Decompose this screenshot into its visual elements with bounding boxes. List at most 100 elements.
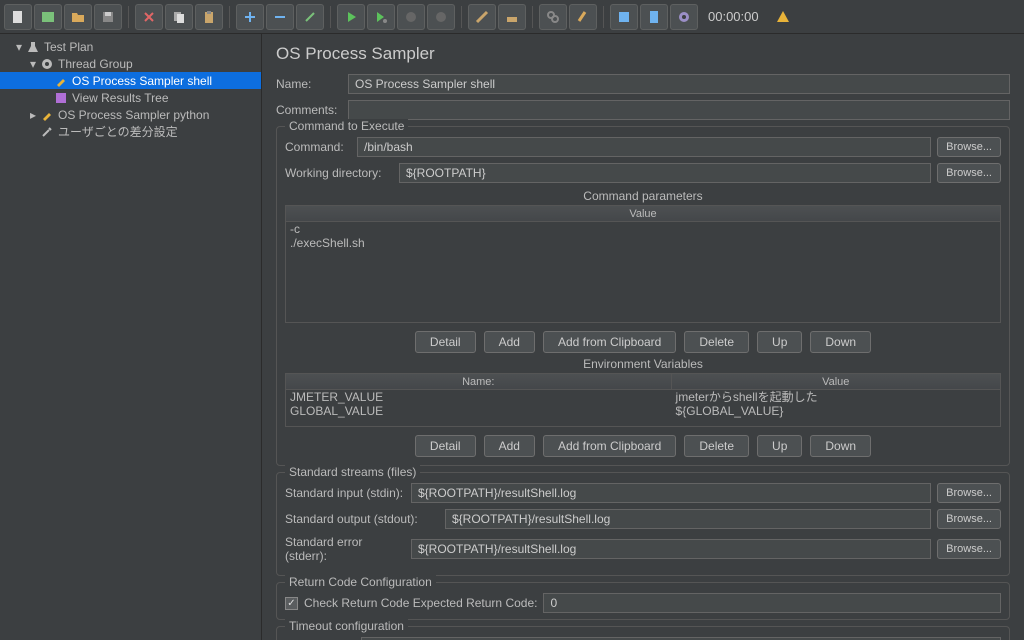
browse-stdout-button[interactable]: Browse... <box>937 509 1001 529</box>
down-button[interactable]: Down <box>810 435 871 457</box>
toolbar-separator <box>461 6 462 28</box>
stdin-label: Standard input (stdin): <box>285 486 405 500</box>
param-cell: ./execShell.sh <box>286 236 1000 250</box>
toolbar-separator <box>532 6 533 28</box>
section-title: Standard streams (files) <box>285 465 420 479</box>
chevron-down-icon: ▾ <box>28 59 38 69</box>
env-heading: Environment Variables <box>285 357 1001 371</box>
save-icon[interactable] <box>94 4 122 30</box>
delete-button[interactable]: Delete <box>684 435 749 457</box>
name-label: Name: <box>276 77 342 91</box>
tree-item-test-plan[interactable]: ▾ Test Plan <box>0 38 261 55</box>
param-cell: -c <box>286 222 1000 236</box>
check-return-label: Check Return Code Expected Return Code: <box>304 596 537 610</box>
start-no-pause-icon[interactable] <box>367 4 395 30</box>
comments-input[interactable] <box>348 100 1010 120</box>
toolbar-separator <box>229 6 230 28</box>
chevron-down-icon: ▾ <box>14 42 24 52</box>
tree-item-label: OS Process Sampler python <box>58 108 209 122</box>
gear-icon[interactable] <box>670 4 698 30</box>
name-column: Name: <box>286 374 672 389</box>
add-button[interactable]: Add <box>484 331 535 353</box>
copy-icon[interactable] <box>165 4 193 30</box>
streams-section: Standard streams (files) Standard input … <box>276 472 1010 576</box>
env-value-cell: ${GLOBAL_VALUE} <box>672 404 1000 418</box>
stop-icon[interactable] <box>397 4 425 30</box>
delete-button[interactable]: Delete <box>684 331 749 353</box>
clear-all-icon[interactable] <box>498 4 526 30</box>
add-clipboard-button[interactable]: Add from Clipboard <box>543 435 676 457</box>
cut-icon[interactable] <box>135 4 163 30</box>
test-plan-tree: ▾ Test Plan ▾ Thread Group OS Process Sa… <box>0 34 262 640</box>
tree-spacer <box>42 76 52 86</box>
up-button[interactable]: Up <box>757 331 802 353</box>
command-label: Command: <box>285 140 351 154</box>
expected-return-input[interactable] <box>543 593 1001 613</box>
tree-item-label: Test Plan <box>44 40 93 54</box>
warning-icon[interactable] <box>769 4 797 30</box>
pipette-icon <box>40 108 54 122</box>
env-name-cell: GLOBAL_VALUE <box>286 404 672 418</box>
stdin-input[interactable] <box>411 483 931 503</box>
env-value-cell: jmeterからshellを起動した <box>672 390 1000 404</box>
check-return-code-checkbox[interactable]: ✓ <box>285 597 298 610</box>
clear-icon[interactable] <box>468 4 496 30</box>
wd-input[interactable] <box>399 163 931 183</box>
search-icon[interactable] <box>539 4 567 30</box>
tree-item-label: ユーザごとの差分設定 <box>58 123 178 140</box>
name-input[interactable] <box>348 74 1010 94</box>
open-icon[interactable] <box>64 4 92 30</box>
tree-item-label: View Results Tree <box>72 91 169 105</box>
tree-item-thread-group[interactable]: ▾ Thread Group <box>0 55 261 72</box>
add-clipboard-button[interactable]: Add from Clipboard <box>543 331 676 353</box>
templates-icon[interactable] <box>34 4 62 30</box>
results-icon <box>54 91 68 105</box>
browse-command-button[interactable]: Browse... <box>937 137 1001 157</box>
tree-item-view-results[interactable]: View Results Tree <box>0 89 261 106</box>
env-table: Name: Value JMETER_VALUE jmeterからshellを起… <box>285 373 1001 427</box>
pipette-icon <box>54 74 68 88</box>
gear-icon <box>40 57 54 71</box>
start-icon[interactable] <box>337 4 365 30</box>
help-icon[interactable] <box>640 4 668 30</box>
tree-item-os-sampler-shell[interactable]: OS Process Sampler shell <box>0 72 261 89</box>
params-body[interactable]: -c ./execShell.sh <box>286 222 1000 322</box>
command-input[interactable] <box>357 137 931 157</box>
browse-stdin-button[interactable]: Browse... <box>937 483 1001 503</box>
detail-button[interactable]: Detail <box>415 331 476 353</box>
value-column: Value <box>286 206 1000 221</box>
down-button[interactable]: Down <box>810 331 871 353</box>
stderr-input[interactable] <box>411 539 931 559</box>
browse-stderr-button[interactable]: Browse... <box>937 539 1001 559</box>
reset-search-icon[interactable] <box>569 4 597 30</box>
tree-item-os-sampler-python[interactable]: ▸ OS Process Sampler python <box>0 106 261 123</box>
expand-icon[interactable] <box>236 4 264 30</box>
section-title: Command to Execute <box>285 119 408 133</box>
stderr-label: Standard error (stderr): <box>285 535 405 563</box>
tree-item-label: Thread Group <box>58 57 133 71</box>
function-helper-icon[interactable] <box>610 4 638 30</box>
collapse-icon[interactable] <box>266 4 294 30</box>
add-button[interactable]: Add <box>484 435 535 457</box>
paste-icon[interactable] <box>195 4 223 30</box>
comments-label: Comments: <box>276 103 342 117</box>
toolbar-separator <box>603 6 604 28</box>
stdout-input[interactable] <box>445 509 931 529</box>
tree-spacer <box>28 127 38 137</box>
shutdown-icon[interactable] <box>427 4 455 30</box>
toolbar: 00:00:00 <box>0 0 1024 34</box>
sampler-panel: OS Process Sampler Name: Comments: Comma… <box>262 34 1024 640</box>
detail-button[interactable]: Detail <box>415 435 476 457</box>
flask-icon <box>26 40 40 54</box>
env-body[interactable]: JMETER_VALUE jmeterからshellを起動した GLOBAL_V… <box>286 390 1000 426</box>
up-button[interactable]: Up <box>757 435 802 457</box>
tree-item-user-defined[interactable]: ユーザごとの差分設定 <box>0 123 261 140</box>
toggle-icon[interactable] <box>296 4 324 30</box>
toolbar-separator <box>330 6 331 28</box>
new-icon[interactable] <box>4 4 32 30</box>
tree-item-label: OS Process Sampler shell <box>72 74 212 88</box>
chevron-right-icon: ▸ <box>28 110 38 120</box>
retcode-section: Return Code Configuration ✓ Check Return… <box>276 582 1010 620</box>
browse-wd-button[interactable]: Browse... <box>937 163 1001 183</box>
wrench-icon <box>40 125 54 139</box>
